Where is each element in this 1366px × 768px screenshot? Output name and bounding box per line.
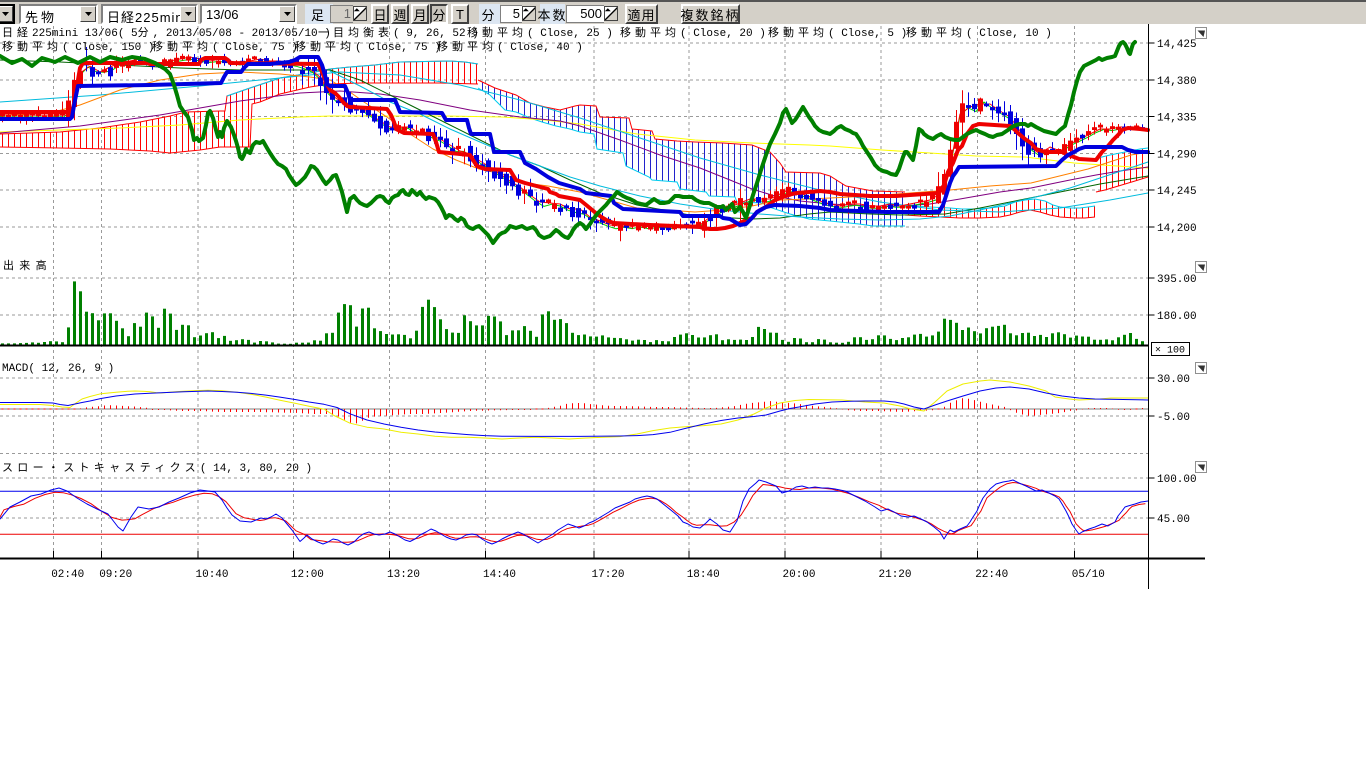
svg-text:395.00: 395.00: [1157, 274, 1197, 286]
svg-text:移動平均( Close, 10 ): 移動平均( Close, 10 ): [906, 25, 1052, 40]
svg-text:05/10: 05/10: [1072, 569, 1105, 581]
svg-text:移動平均( Close, 25 ): 移動平均( Close, 25 ): [467, 25, 613, 40]
svg-text:10:40: 10:40: [196, 569, 229, 581]
svg-text:移動平均( Close, 40 ): 移動平均( Close, 40 ): [437, 39, 583, 54]
svg-text:移動平均( Close, 75 ): 移動平均( Close, 75 ): [152, 39, 298, 54]
svg-text:スロー・ストキャスティクス( 14, 3, 80, 20 ): スロー・ストキャスティクス( 14, 3, 80, 20 ): [2, 461, 312, 475]
svg-text:14,380: 14,380: [1157, 76, 1197, 88]
svg-text:-5.00: -5.00: [1157, 412, 1190, 424]
svg-text:22:40: 22:40: [975, 569, 1008, 581]
svg-text:日経225mini 13/06( 5分, 2013/05/0: 日経225mini 13/06( 5分, 2013/05/08 - 2013/0…: [2, 26, 331, 40]
svg-text:出来高: 出来高: [3, 258, 52, 273]
svg-text:移動平均( Close, 20 ): 移動平均( Close, 20 ): [620, 25, 766, 40]
svg-text:14,290: 14,290: [1157, 149, 1197, 161]
svg-text:30.00: 30.00: [1157, 374, 1190, 386]
svg-text:21:20: 21:20: [879, 569, 912, 581]
svg-text:02:40: 02:40: [51, 569, 84, 581]
svg-text:12:00: 12:00: [291, 569, 324, 581]
svg-text:14:40: 14:40: [483, 569, 516, 581]
svg-text:20:00: 20:00: [783, 569, 816, 581]
svg-text:移動平均( Close, 75 ): 移動平均( Close, 75 ): [295, 39, 441, 54]
svg-text:移動平均( Close, 150 ): 移動平均( Close, 150 ): [2, 39, 154, 54]
svg-text:45.00: 45.00: [1157, 514, 1190, 526]
svg-text:× 100: × 100: [1155, 346, 1185, 357]
svg-text:MACD( 12, 26, 9 ): MACD( 12, 26, 9 ): [2, 363, 114, 375]
svg-text:14,200: 14,200: [1157, 223, 1197, 235]
svg-text:09:20: 09:20: [99, 569, 132, 581]
svg-text:一目均衡表( 9, 26, 52 ): 一目均衡表( 9, 26, 52 ): [318, 25, 479, 40]
svg-text:14,425: 14,425: [1157, 39, 1197, 51]
svg-text:13:20: 13:20: [387, 569, 420, 581]
svg-text:14,335: 14,335: [1157, 113, 1197, 125]
svg-text:100.00: 100.00: [1157, 474, 1197, 486]
svg-text:14,245: 14,245: [1157, 186, 1197, 198]
svg-text:180.00: 180.00: [1157, 311, 1197, 323]
svg-text:17:20: 17:20: [592, 569, 625, 581]
svg-text:移動平均( Close, 5 ): 移動平均( Close, 5 ): [768, 25, 907, 40]
svg-text:18:40: 18:40: [687, 569, 720, 581]
